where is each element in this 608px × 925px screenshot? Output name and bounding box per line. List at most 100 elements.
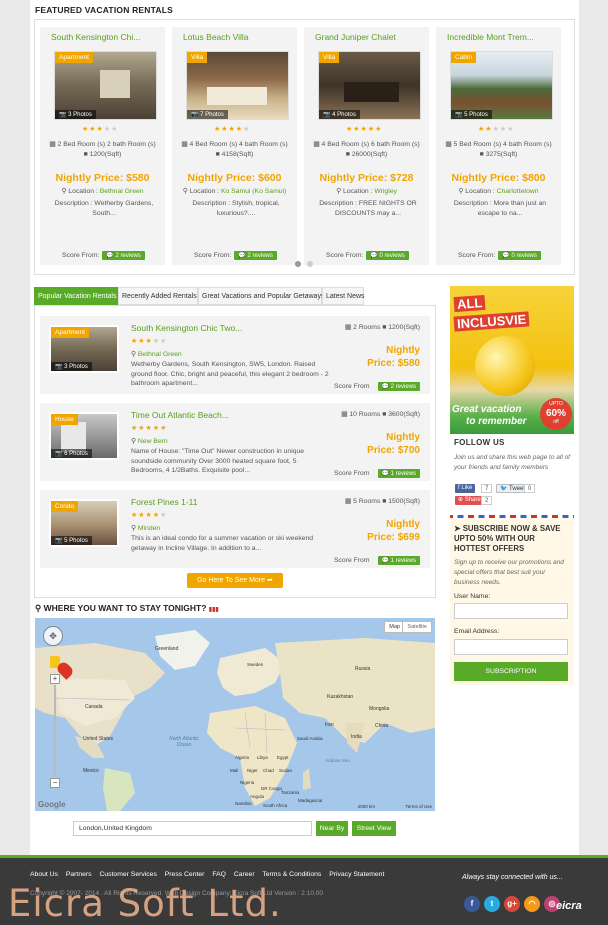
location-pin-icon: ⚲ [131, 351, 136, 358]
google-plus-icon[interactable]: g+ [504, 896, 520, 912]
share-button[interactable]: ⊕ Share [455, 496, 484, 505]
card-image[interactable]: Apartment 📷 3 Photos [54, 51, 157, 120]
card-image[interactable]: Villa 📷 7 Photos [186, 51, 289, 120]
footer-link-career[interactable]: Career [234, 871, 255, 878]
footer-link-customer-services[interactable]: Customer Services [99, 871, 156, 878]
card-rooms: ▦ 4 Bed Room (s) 6 bath Room (s) [304, 140, 429, 150]
footer-link-faq[interactable]: FAQ [212, 871, 226, 878]
card-size: ■ 3275(Sqft) [436, 150, 561, 160]
zoom-out-icon[interactable]: − [50, 778, 60, 788]
subscription-button[interactable]: SUBSCRIPTION [454, 662, 568, 681]
badge-off: off [553, 419, 559, 425]
type-tag: Villa [187, 52, 208, 63]
location-label: Location : [189, 188, 220, 195]
badge-percent: 60% [545, 408, 566, 419]
rooms-text: 5 Bed Room (s) 4 bath Room (s) [453, 141, 552, 148]
facebook-icon[interactable]: f [464, 896, 480, 912]
pan-control-icon[interactable]: ✥ [43, 626, 63, 646]
reviews-badge[interactable]: 💬 0 reviews [366, 251, 409, 260]
featured-card[interactable]: Lotus Beach Villa Villa 📷 7 Photos ★★★★★… [172, 27, 297, 265]
map-type-satellite-button[interactable]: Satellite [402, 621, 432, 633]
zoom-in-icon[interactable]: + [50, 674, 60, 684]
card-image[interactable]: Villa 📷 4 Photos [318, 51, 421, 120]
reviews-badge[interactable]: 💬 0 reviews [498, 251, 541, 260]
card-title[interactable]: Grand Juniper Chalet [315, 32, 425, 42]
reviews-badge[interactable]: 💬 2 reviews [377, 382, 420, 391]
listing-title[interactable]: Forest Pines 1-11 [131, 497, 197, 507]
footer-link-partners[interactable]: Partners [66, 871, 92, 878]
footer-link-press[interactable]: Press Center [165, 871, 205, 878]
listing-image[interactable]: Condo 📷 5 Photos [49, 499, 119, 547]
listing-location[interactable]: ⚲ Minden [131, 524, 160, 532]
reviews-badge[interactable]: 💬 2 reviews [102, 251, 145, 260]
reviews-badge[interactable]: 💬 1 reviews [377, 556, 420, 565]
all-inclusive-banner[interactable]: ALL INCLUSVIE Great vacation to remember… [450, 286, 574, 434]
map-label: China [375, 723, 389, 729]
card-title[interactable]: South Kensington Chi... [51, 32, 161, 42]
footer-link-about[interactable]: About Us [30, 871, 58, 878]
location-link[interactable]: Wrigley [374, 188, 397, 195]
featured-card[interactable]: South Kensington Chi... Apartment 📷 3 Ph… [40, 27, 165, 265]
card-image[interactable]: Cabin 📷 5 Photos [450, 51, 553, 120]
featured-card[interactable]: Grand Juniper Chalet Villa 📷 4 Photos ★★… [304, 27, 429, 265]
footer-link-privacy[interactable]: Privacy Statement [329, 871, 384, 878]
size-icon: ■ [382, 324, 387, 331]
location-link[interactable]: Ko Samui (Ko Samui) [221, 188, 286, 195]
listing-title[interactable]: Time Out Atlantic Beach... [131, 410, 229, 420]
map-label: Madagascar [298, 798, 323, 803]
zoom-slider[interactable] [54, 685, 56, 775]
tweet-label: Tweet [509, 486, 526, 492]
listing-price: Nightly Price: $580 [367, 344, 420, 370]
tab-latest-news[interactable]: Latest News [322, 287, 365, 305]
size-icon: ■ [83, 151, 88, 158]
card-title[interactable]: Lotus Beach Villa [183, 32, 293, 42]
list-item[interactable]: Condo 📷 5 Photos Forest Pines 1-11 ★★★★★… [40, 490, 430, 568]
location-link[interactable]: Bethnal Green [100, 188, 144, 195]
listing-image[interactable]: Apartment 📷 3 Photos [49, 325, 119, 373]
carousel-dot-1[interactable] [295, 261, 301, 267]
list-item[interactable]: Apartment 📷 3 Photos South Kensington Ch… [40, 316, 430, 394]
list-item[interactable]: House 📷 6 Photos Time Out Atlantic Beach… [40, 403, 430, 481]
location-label: Location : [465, 188, 495, 195]
listing-location[interactable]: ⚲ New Bern [131, 437, 168, 445]
tab-popular[interactable]: Popular Vacation Rentals [34, 287, 118, 305]
nightly-label: Nightly [386, 432, 420, 443]
location-label: Location : [342, 188, 373, 195]
email-field[interactable] [454, 639, 568, 655]
listing-image[interactable]: House 📷 6 Photos [49, 412, 119, 460]
banner-great-vacation: Great vacation [452, 404, 522, 415]
arrow-right-icon: ➦ [267, 577, 273, 584]
world-map[interactable]: ✥ + − Map Satellite Greenland Canada Uni… [35, 618, 435, 811]
reviews-badge[interactable]: 💬 2 reviews [234, 251, 277, 260]
near-by-button[interactable]: Near By [316, 821, 348, 836]
listing-description: Wetherby Gardens, South Kensington, SW5,… [131, 361, 329, 387]
listing-title[interactable]: South Kensington Chic Two... [131, 323, 242, 333]
size-text: 3600(Sqft) [388, 411, 420, 418]
size-text: 3275(Sqft) [485, 151, 518, 158]
tab-recently-added[interactable]: Recently Added Rentals [118, 287, 198, 305]
map-terms-link[interactable]: Terms of Use [405, 804, 432, 809]
username-field[interactable] [454, 603, 568, 619]
street-view-button[interactable]: Street View [352, 821, 396, 836]
tab-great-vacations[interactable]: Great Vacations and Popular Getaways [198, 287, 324, 305]
facebook-like-button[interactable]: f Like [455, 484, 476, 493]
map-label: South Africa [263, 803, 288, 808]
see-more-button[interactable]: Go Here To See More ➦ [187, 573, 283, 588]
rooms-text: 5 Rooms [353, 498, 381, 505]
footer-link-terms[interactable]: Terms & Conditions [262, 871, 321, 878]
location-search-input[interactable]: London,United Kingdom [73, 821, 312, 836]
star-rating: ★★★★★ [131, 512, 168, 519]
badge-upto: UPTO [549, 401, 563, 407]
photo-count: 📷 3 Photos [55, 110, 96, 119]
location-link[interactable]: Charlottetown [497, 188, 539, 195]
photo-count-text: 3 Photos [64, 364, 88, 370]
rss-icon[interactable]: ◠ [524, 896, 540, 912]
featured-card[interactable]: Incredible Mont Trem... Cabin 📷 5 Photos… [436, 27, 561, 265]
card-title[interactable]: Incredible Mont Trem... [447, 32, 557, 42]
carousel-dot-2[interactable] [307, 261, 313, 267]
eicra-logo[interactable]: eicra [556, 900, 582, 912]
rooms-icon: ▦ [181, 141, 188, 148]
listing-location[interactable]: ⚲ Bethnal Green [131, 350, 182, 358]
reviews-badge[interactable]: 💬 1 reviews [377, 469, 420, 478]
twitter-icon[interactable]: t [484, 896, 500, 912]
